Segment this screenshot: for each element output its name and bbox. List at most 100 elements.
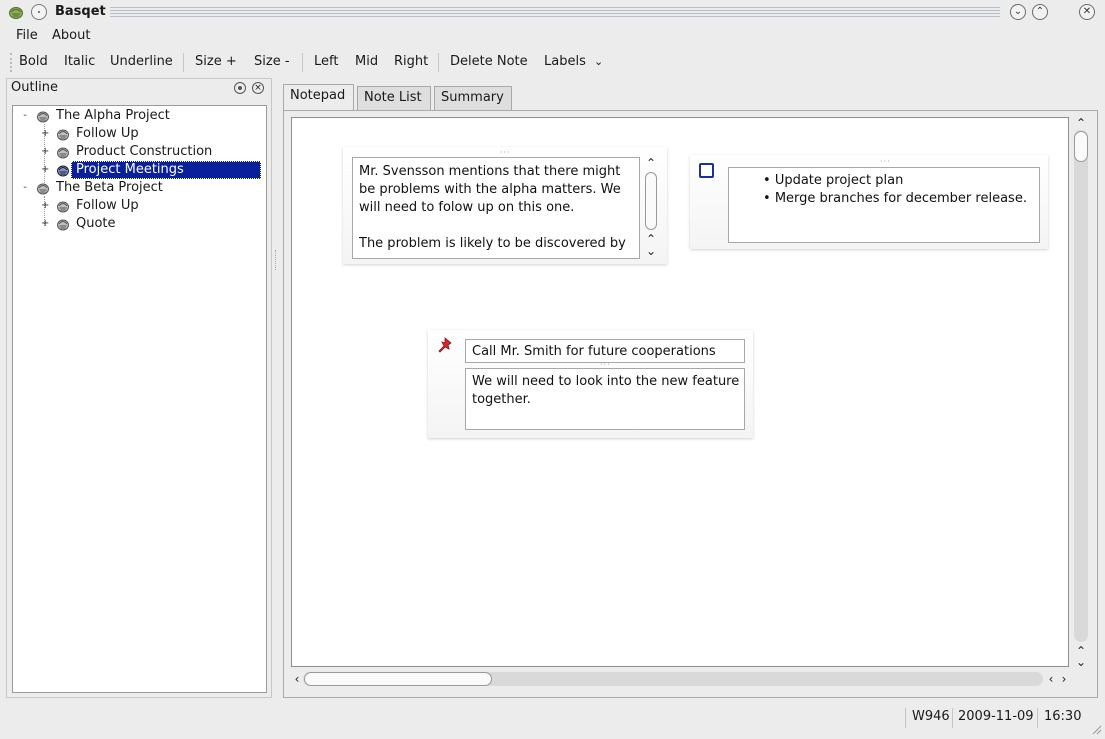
task-body: We will need to look into the new featur…: [472, 373, 739, 409]
bold-button[interactable]: Bold: [19, 54, 48, 69]
float-panel-icon[interactable]: [234, 82, 246, 94]
align-left-button[interactable]: Left: [314, 54, 338, 69]
italic-button[interactable]: Italic: [64, 54, 95, 69]
chevron-down-icon: ⌄: [1013, 6, 1023, 17]
list-item-text: Update project plan: [774, 173, 904, 188]
note-scroll-thumb[interactable]: [645, 172, 657, 230]
pin-icon[interactable]: [436, 337, 454, 355]
collapse-icon[interactable]: -: [21, 179, 29, 197]
menu-about[interactable]: About: [52, 28, 90, 43]
delete-note-button[interactable]: Delete Note: [450, 54, 528, 69]
expand-icon[interactable]: +: [41, 197, 49, 215]
toolbar-separator: [302, 53, 303, 72]
basket-icon[interactable]: [8, 4, 24, 20]
tab-notepad[interactable]: Notepad: [283, 84, 354, 111]
tree-item-label: Follow Up: [76, 198, 139, 213]
list-item-text: Merge branches for december release.: [774, 191, 1027, 206]
todo-note[interactable]: ··· • Update project plan • Merge branch…: [690, 155, 1048, 249]
panel-splitter[interactable]: [275, 250, 279, 270]
task-note[interactable]: Call Mr. Smith for future cooperations ·…: [428, 330, 753, 438]
scroll-up-icon[interactable]: ⌃: [1074, 117, 1088, 129]
status-time: 16:30: [1044, 709, 1082, 724]
meeting-note[interactable]: ··· Mr. Svensson mentions that there mig…: [343, 147, 667, 264]
collapse-icon[interactable]: -: [21, 107, 29, 125]
underline-button[interactable]: Underline: [110, 54, 173, 69]
scroll-down-icon[interactable]: ⌄: [644, 245, 658, 257]
toolbar-separator: [183, 53, 184, 72]
note-line: [359, 217, 639, 235]
tree-item-label: Project Meetings: [71, 161, 261, 179]
toolbar-grip[interactable]: [10, 53, 13, 72]
expand-icon[interactable]: +: [41, 215, 49, 233]
window-title: Basqet: [55, 4, 106, 19]
basket-icon: [37, 111, 49, 123]
outline-tree[interactable]: - The Alpha Project + Follow Up + Produc…: [12, 105, 267, 693]
close-button[interactable]: ✕: [1079, 4, 1095, 20]
menu-file[interactable]: File: [16, 28, 38, 43]
note-line: We will need to look into the new featur…: [472, 374, 740, 389]
tab-note-list[interactable]: Note List: [357, 86, 431, 110]
close-panel-icon[interactable]: ×: [252, 82, 264, 94]
expand-icon[interactable]: +: [41, 161, 49, 179]
task-title: Call Mr. Smith for future cooperations: [472, 344, 716, 359]
status-word: W946: [912, 709, 950, 724]
tree-item-label: The Alpha Project: [56, 108, 170, 123]
vertical-scroll-thumb[interactable]: [1074, 131, 1088, 162]
basket-icon: [57, 165, 69, 177]
tree-item-label: Follow Up: [76, 126, 139, 141]
status-separator: [905, 708, 906, 728]
horizontal-scroll-thumb[interactable]: [304, 672, 492, 686]
scroll-up-icon[interactable]: ⌃: [644, 157, 658, 169]
note-drag-handle[interactable]: ···: [880, 157, 891, 166]
basket-icon: [57, 129, 69, 141]
align-mid-button[interactable]: Mid: [355, 54, 378, 69]
status-separator: [952, 708, 953, 728]
todo-list: • Update project plan • Merge branches f…: [763, 172, 1027, 208]
todo-checkbox[interactable]: [699, 163, 714, 178]
size-minus-button[interactable]: Size -: [254, 54, 290, 69]
note-line: will need to folow up on this one.: [359, 200, 575, 215]
list-item: • Merge branches for december release.: [763, 191, 1027, 206]
expand-icon[interactable]: +: [41, 125, 49, 143]
title-bar: Basqet ⌄ ⌃ ✕: [0, 0, 1105, 24]
expand-icon[interactable]: +: [41, 143, 49, 161]
outline-title: Outline: [11, 80, 59, 95]
toolbar: Bold Italic Underline Size + Size - Left…: [0, 50, 1105, 75]
status-separator: [1037, 708, 1038, 728]
note-drag-handle[interactable]: ···: [500, 148, 511, 157]
meeting-note-text: Mr. Svensson mentions that there might b…: [359, 163, 639, 255]
size-plus-button[interactable]: Size +: [195, 54, 237, 69]
basket-icon: [37, 183, 49, 195]
sticky-button[interactable]: [31, 4, 47, 20]
meeting-note-text-area[interactable]: Mr. Svensson mentions that there might b…: [352, 157, 640, 259]
status-date: 2009-11-09: [958, 709, 1034, 724]
tree-item-label: Quote: [76, 216, 116, 231]
close-icon: ✕: [1082, 6, 1092, 17]
note-line: together.: [472, 392, 531, 407]
note-line: be problems with the alpha matters. We: [359, 182, 621, 197]
labels-button[interactable]: Labels ⌄: [544, 54, 603, 69]
status-bar: W946 2009-11-09 16:30: [0, 705, 1105, 739]
title-bar-decoration: [110, 7, 1000, 19]
vertical-scroll-track[interactable]: [1074, 130, 1088, 642]
scroll-left-icon[interactable]: ‹: [1044, 673, 1058, 685]
task-body-box[interactable]: We will need to look into the new featur…: [465, 368, 745, 430]
tree-item-label: Product Construction: [76, 144, 213, 159]
scroll-right-icon[interactable]: ›: [1057, 673, 1071, 685]
chevron-down-icon: ⌄: [593, 55, 604, 68]
scroll-left-icon[interactable]: ‹: [290, 673, 304, 685]
tree-item-label: The Beta Project: [56, 180, 163, 195]
todo-note-text-area[interactable]: • Update project plan • Merge branches f…: [728, 167, 1040, 243]
toolbar-separator: [438, 53, 439, 72]
list-item: • Update project plan: [763, 173, 904, 188]
scroll-down-icon[interactable]: ⌄: [1074, 656, 1088, 668]
basket-icon: [57, 147, 69, 159]
minimize-button[interactable]: ⌄: [1010, 4, 1026, 20]
align-right-button[interactable]: Right: [394, 54, 428, 69]
maximize-button[interactable]: ⌃: [1032, 4, 1048, 20]
basket-icon: [57, 219, 69, 231]
labels-label: Labels: [544, 54, 586, 69]
basket-icon: [57, 201, 69, 213]
resize-grip-icon[interactable]: [1090, 723, 1102, 735]
tab-summary[interactable]: Summary: [434, 86, 512, 110]
